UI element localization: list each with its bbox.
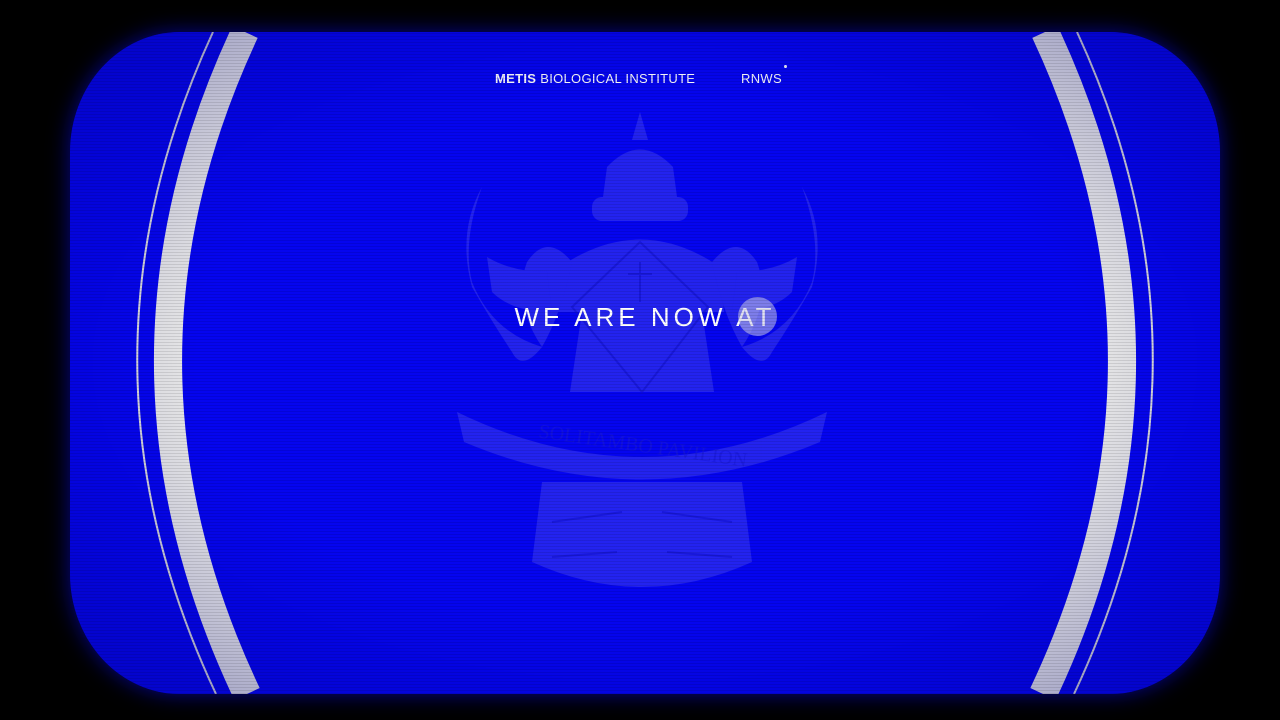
brand-name-rest: BIOLOGICAL INSTITUTE bbox=[540, 71, 696, 86]
brand-name-strong: METIS bbox=[495, 71, 537, 86]
crest-emblem-icon: SOLITAMBO PAVILION bbox=[457, 112, 827, 587]
brand-link[interactable]: METIS BIOLOGICAL INSTITUTE bbox=[495, 71, 695, 86]
crt-frame: SOLITAMBO PAVILION METIS BIOLOGICAL INSTI… bbox=[0, 0, 1280, 720]
hero-headline: WE ARE NOW AT bbox=[514, 302, 776, 332]
cursor-circle bbox=[738, 297, 777, 336]
news-label: RNWS bbox=[741, 71, 782, 86]
top-nav: METIS BIOLOGICAL INSTITUTE RNWS bbox=[70, 65, 1220, 91]
news-indicator-dot bbox=[783, 65, 787, 68]
crt-screen: SOLITAMBO PAVILION METIS BIOLOGICAL INSTI… bbox=[70, 32, 1220, 694]
news-link[interactable]: RNWS bbox=[741, 65, 787, 86]
